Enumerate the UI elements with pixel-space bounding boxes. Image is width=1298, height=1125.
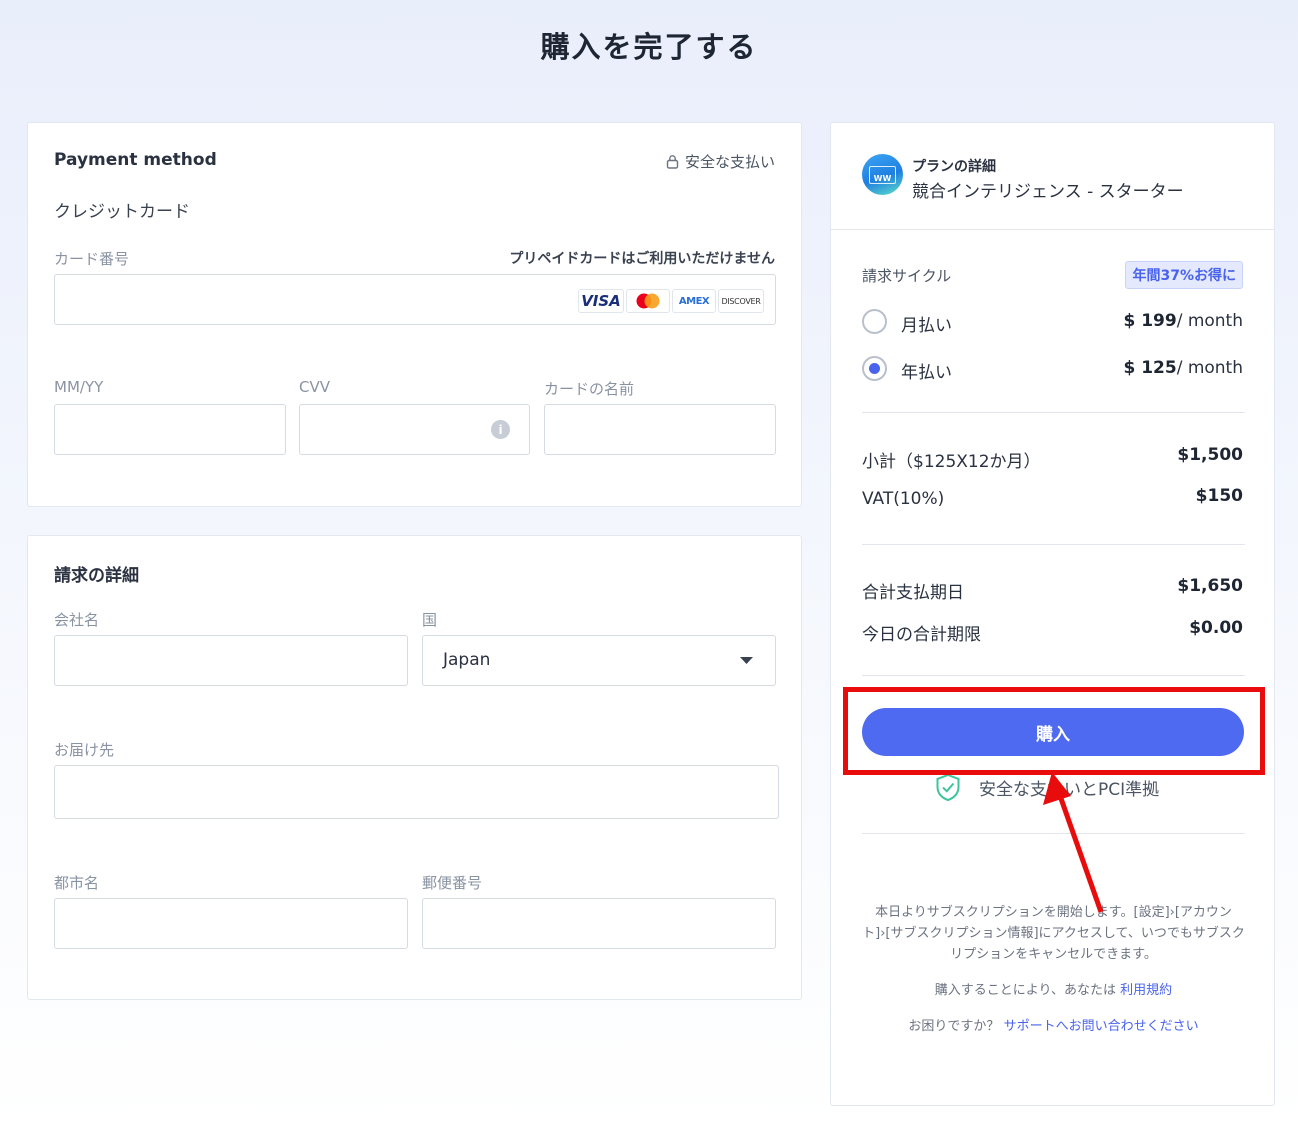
annotation-arrow-icon — [1043, 772, 1104, 913]
